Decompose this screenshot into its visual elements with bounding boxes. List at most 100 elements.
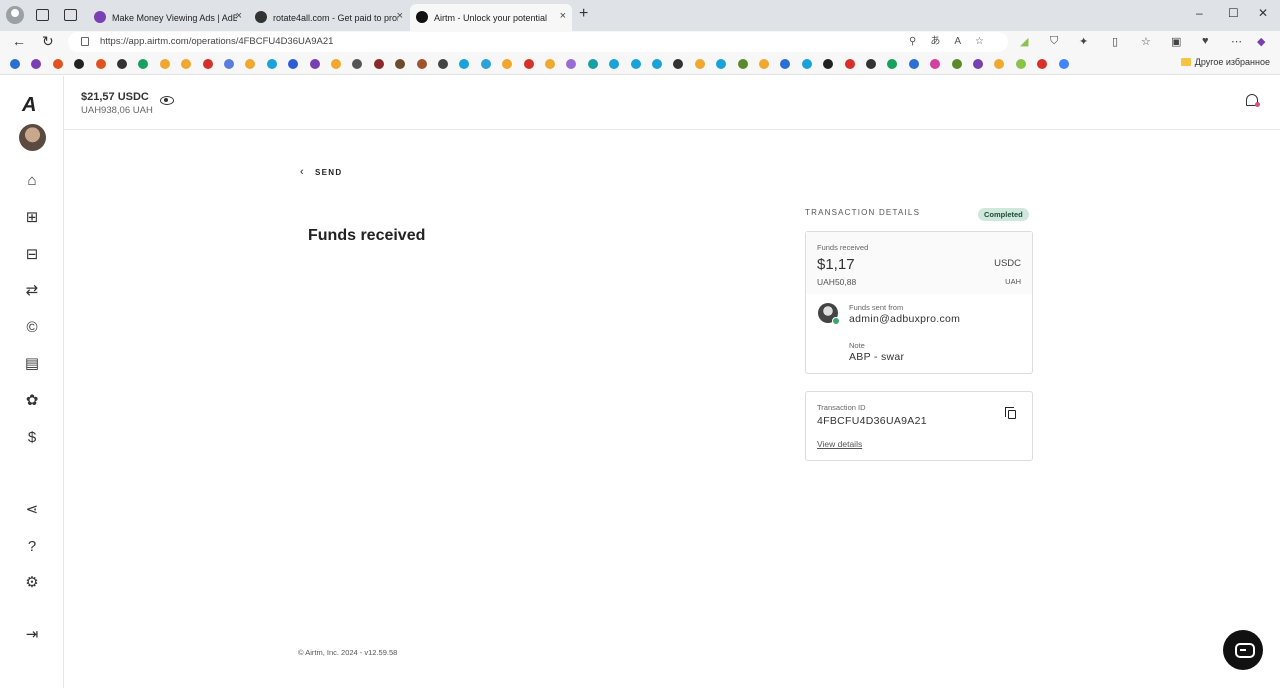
- back-to-send-link[interactable]: ‹ SEND: [300, 166, 342, 178]
- bookmark-favicon-icon[interactable]: [416, 59, 427, 69]
- refresh-icon[interactable]: ↻: [42, 33, 54, 50]
- bookmark-favicon-icon[interactable]: [545, 59, 555, 69]
- bookmark-favicon-icon[interactable]: [438, 59, 448, 69]
- bookmark-favicon-icon[interactable]: [994, 59, 1005, 69]
- split-screen-icon[interactable]: ▯: [1112, 35, 1118, 48]
- bookmark-favicon-icon[interactable]: [159, 59, 170, 69]
- bookmark-favicon-icon[interactable]: [202, 59, 213, 69]
- exchange-icon[interactable]: ⇄: [22, 281, 42, 301]
- more-menu-icon[interactable]: ⋯: [1231, 35, 1242, 48]
- bookmark-favicon-icon[interactable]: [373, 59, 384, 69]
- user-avatar[interactable]: [19, 124, 46, 151]
- bookmark-favicon-icon[interactable]: [630, 59, 641, 69]
- bookmark-favicon-icon[interactable]: [694, 59, 705, 69]
- tab-adbux[interactable]: Make Money Viewing Ads | AdBux ×: [88, 4, 248, 31]
- bookmark-favicon-icon[interactable]: [1015, 59, 1026, 69]
- withdraw-icon[interactable]: ⊟: [22, 245, 42, 265]
- add-funds-icon[interactable]: ⊞: [22, 208, 42, 228]
- chat-support-icon[interactable]: [1223, 630, 1263, 670]
- bookmark-favicon-icon[interactable]: [887, 59, 898, 69]
- copy-icon[interactable]: [1005, 407, 1016, 419]
- bookmark-favicon-icon[interactable]: [652, 59, 662, 69]
- bookmark-favicon-icon[interactable]: [587, 59, 598, 69]
- close-tab-icon[interactable]: ×: [560, 10, 566, 22]
- workspaces-icon[interactable]: [36, 9, 49, 21]
- bookmark-favicon-icon[interactable]: [673, 59, 684, 69]
- minimize-button[interactable]: –: [1196, 6, 1203, 20]
- bookmark-favicon-icon[interactable]: [1058, 59, 1069, 69]
- back-arrow-icon[interactable]: ←: [12, 33, 26, 49]
- bookmark-favicon-icon[interactable]: [181, 59, 192, 69]
- dollar-icon[interactable]: $: [22, 428, 42, 448]
- bookmark-favicon-icon[interactable]: [266, 59, 277, 69]
- address-actions[interactable]: ⚲あA☆: [909, 32, 998, 52]
- bookmark-favicon-icon[interactable]: [801, 59, 812, 69]
- url-field[interactable]: https://app.airtm.com/operations/4FBCFU4…: [68, 32, 1008, 52]
- bookmark-favicon-icon[interactable]: [566, 59, 577, 69]
- bookmark-favicon-icon[interactable]: [31, 59, 42, 69]
- new-tab-button[interactable]: +: [579, 5, 588, 23]
- bookmark-favicon-icon[interactable]: [716, 59, 727, 69]
- balance-usdc: $21,57 USDC: [81, 91, 149, 103]
- bookmark-favicon-icon[interactable]: [331, 59, 341, 69]
- heart-health-icon[interactable]: ♥: [1202, 35, 1209, 47]
- maximize-button[interactable]: ☐: [1228, 6, 1239, 20]
- other-favorites-folder[interactable]: Другое избранное: [1181, 57, 1270, 67]
- airtm-logo[interactable]: A: [22, 94, 36, 117]
- back-label: SEND: [314, 168, 343, 177]
- bookmark-favicon-icon[interactable]: [288, 59, 299, 69]
- bookmark-favicon-icon[interactable]: [973, 59, 983, 69]
- bookmark-favicon-icon[interactable]: [309, 59, 320, 69]
- bookmark-favicon-icon[interactable]: [52, 59, 63, 69]
- bookmark-favicon-icon[interactable]: [245, 59, 256, 69]
- bookmark-favicon-icon[interactable]: [459, 59, 470, 69]
- settings-gear-icon[interactable]: ⚙: [22, 573, 42, 593]
- currency-icon[interactable]: ©: [22, 318, 42, 338]
- bookmark-favicon-icon[interactable]: [844, 59, 855, 69]
- close-window-button[interactable]: ✕: [1258, 6, 1268, 20]
- extension-icon[interactable]: ◢: [1020, 35, 1028, 48]
- extensions-puzzle-icon[interactable]: ✦: [1079, 35, 1088, 48]
- bookmark-favicon-icon[interactable]: [10, 59, 20, 69]
- view-details-link[interactable]: View details: [817, 439, 862, 449]
- community-icon[interactable]: ✿: [22, 391, 42, 411]
- close-tab-icon[interactable]: ×: [236, 10, 242, 22]
- bookmark-favicon-icon[interactable]: [117, 59, 127, 69]
- bookmark-favicon-icon[interactable]: [759, 59, 769, 69]
- bookmark-favicon-icon[interactable]: [780, 59, 791, 69]
- bookmark-favicon-icon[interactable]: [823, 59, 834, 69]
- tab-rotate4all[interactable]: rotate4all.com - Get paid to prom ×: [249, 4, 409, 31]
- transaction-id-value: 4FBCFU4D36UA9A21: [817, 415, 927, 427]
- document-icon[interactable]: ▤: [22, 354, 42, 374]
- share-icon[interactable]: ⋖: [22, 500, 42, 520]
- bookmark-favicon-icon[interactable]: [224, 59, 234, 69]
- bookmark-favicon-icon[interactable]: [95, 59, 106, 69]
- bookmark-favicon-icon[interactable]: [951, 59, 962, 69]
- tab-actions-icon[interactable]: [64, 9, 77, 21]
- bookmark-favicon-icon[interactable]: [737, 59, 748, 69]
- tab-airtm[interactable]: Airtm - Unlock your potential ×: [410, 4, 572, 31]
- profile-icon[interactable]: [6, 6, 24, 24]
- bookmark-favicon-icon[interactable]: [138, 59, 149, 69]
- bookmark-favicon-icon[interactable]: [1037, 59, 1048, 69]
- home-icon[interactable]: ⌂: [22, 171, 42, 191]
- bookmark-favicon-icon[interactable]: [609, 59, 620, 69]
- logout-icon[interactable]: ⇥: [22, 625, 42, 645]
- shield-icon[interactable]: ⛉: [1050, 35, 1058, 48]
- bookmark-favicon-icon[interactable]: [352, 59, 363, 69]
- copilot-icon[interactable]: ◆: [1257, 35, 1265, 48]
- bookmark-favicon-icon[interactable]: [480, 59, 491, 69]
- bookmark-favicon-icon[interactable]: [908, 59, 919, 69]
- bookmark-favicon-icon[interactable]: [930, 59, 941, 69]
- bookmark-favicon-icon[interactable]: [523, 59, 534, 69]
- bookmark-favicon-icon[interactable]: [866, 59, 876, 69]
- bookmark-favicon-icon[interactable]: [502, 59, 513, 69]
- collections-icon[interactable]: ▣: [1171, 35, 1181, 48]
- help-icon[interactable]: ?: [22, 537, 42, 557]
- bookmark-favicon-icon[interactable]: [395, 59, 406, 69]
- eye-icon[interactable]: [160, 96, 174, 105]
- close-tab-icon[interactable]: ×: [397, 10, 403, 22]
- bookmark-favicon-icon[interactable]: [74, 59, 85, 69]
- favorites-icon[interactable]: ☆: [1141, 35, 1151, 48]
- funds-currency: USDC: [994, 258, 1021, 269]
